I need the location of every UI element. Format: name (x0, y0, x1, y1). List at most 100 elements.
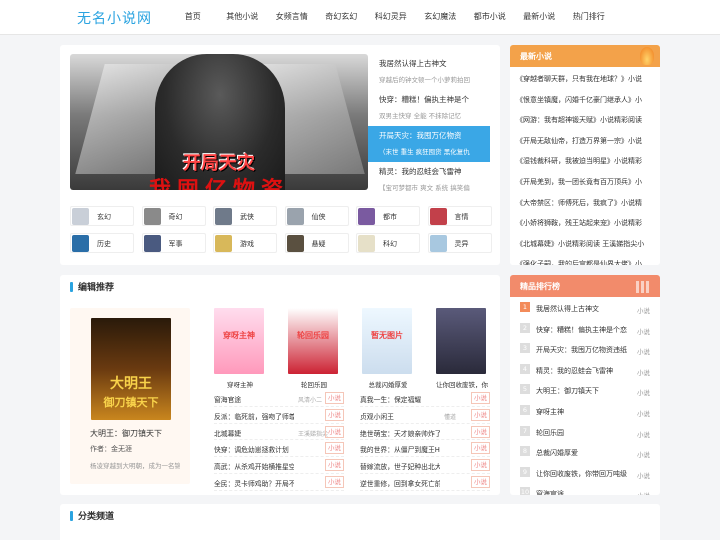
latest-item[interactable]: 《恨意坐镇魔，闪婚千亿豪门继承人》小 (510, 88, 660, 109)
book-cover[interactable]: 轮回乐园 (288, 308, 338, 374)
ranking-item[interactable]: 8 总裁闪婚厚爱 小说 (510, 441, 660, 462)
list-row[interactable]: 高武：从杀鸡开始横推星空 小说 (214, 457, 344, 474)
rank-title[interactable]: 开局天灾：我囤万亿物资违纸 (536, 346, 627, 354)
rank-title[interactable]: 大明王：御刀镇天下 (536, 387, 599, 395)
site-logo[interactable]: 无名小说网 (77, 8, 152, 28)
latest-item[interactable]: 《强化子嗣，我的后宫都是仙界大佬》小 (510, 252, 660, 265)
nav-item-5[interactable]: 玄幻魔法 (416, 11, 466, 22)
list-row[interactable]: 真我一生：保定福耀 小说 (360, 390, 490, 407)
list-title[interactable]: 绝世萌宝：天才娘亲帅炸了 (360, 428, 440, 438)
nav-item-3[interactable]: 奇幻玄幻 (317, 11, 367, 22)
list-title[interactable]: 窗海官途 (214, 394, 241, 404)
rank-title[interactable]: 穿呀主神 (536, 408, 564, 416)
hero-banner[interactable]: 开局天灾 我囤亿物资 (70, 54, 368, 190)
list-tag[interactable]: 小说 (325, 425, 344, 438)
category-5[interactable]: 言情 (427, 206, 492, 226)
list-row[interactable]: 逆世重修，回到拿女死亡前 小说 (360, 474, 490, 491)
nav-item-2[interactable]: 女频言情 (267, 11, 317, 22)
ranking-item[interactable]: 10 窗海官途 小说 (510, 482, 660, 495)
featured-cover[interactable]: 大明王 御刀镇天下 (91, 318, 171, 420)
nav-item-4[interactable]: 科幻灵异 (366, 11, 416, 22)
list-row[interactable]: 我的世界：从僵尸到魔王HIM 小说 (360, 440, 490, 458)
featured-book[interactable]: 大明王 御刀镇天下 大明王：御刀镇天下 作者：金无涯 杨凌穿越到大明朝，成为一名… (70, 308, 190, 484)
list-row[interactable]: 全民：灵卡师鸡助？开局不良 小说 (214, 474, 344, 491)
latest-item[interactable]: 《湿钱裁科研，我被迫当明星》小说精彩 (510, 149, 660, 170)
latest-item[interactable]: 《网游：我有超神锻天赋》小说精彩阅读 (510, 108, 660, 129)
ranking-item[interactable]: 6 穿呀主神 小说 (510, 400, 660, 421)
category-3[interactable]: 仙侠 (284, 206, 349, 226)
category-2[interactable]: 武侠 (213, 206, 277, 226)
book-cover[interactable]: 穿呀主神 (214, 308, 264, 374)
rank-title[interactable]: 窗海官途 (536, 490, 564, 495)
category-7[interactable]: 军事 (141, 233, 206, 253)
list-row[interactable]: 贞观小闲王 懂道 小说 (360, 407, 490, 424)
nav-item-0[interactable]: 首页 (168, 11, 218, 22)
rank-title[interactable]: 快穿：糟糕！偏执主神是个恋 (536, 326, 627, 334)
list-tag[interactable]: 小说 (471, 475, 490, 488)
category-10[interactable]: 科幻 (356, 233, 420, 253)
list-row[interactable]: 绝世萌宝：天才娘亲帅炸了 小说 (360, 424, 490, 441)
rank-title[interactable]: 我居然认得上古神文 (536, 305, 599, 313)
category-6[interactable]: 历史 (70, 233, 134, 253)
list-title[interactable]: 真我一生：保定福耀 (360, 394, 421, 404)
category-9[interactable]: 悬疑 (284, 233, 349, 253)
list-title[interactable]: 替嫁流放，世子妃种出北大仓 (360, 461, 440, 471)
list-row[interactable]: 窗海官途 风清小二 小说 (214, 390, 344, 407)
list-title[interactable]: 我的世界：从僵尸到魔王HIM (360, 444, 440, 454)
list-row[interactable]: 快穿：调危幼崽拯救计划 小说 (214, 440, 344, 458)
rank-title[interactable]: 轮回乐园 (536, 429, 564, 437)
ranking-item[interactable]: 7 轮回乐园 小说 (510, 421, 660, 442)
list-tag[interactable]: 小说 (471, 408, 490, 421)
ranking-item[interactable]: 3 开局天灾：我囤万亿物资违纸 小说 (510, 338, 660, 359)
ranking-item[interactable]: 4 精灵：我的忍蛙会飞雷神 小说 (510, 359, 660, 380)
list-row[interactable]: 反派：临死前，强吻了师尊 小说 (214, 407, 344, 424)
list-title[interactable]: 贞观小闲王 (360, 411, 394, 421)
nav-item-6[interactable]: 都市小说 (465, 11, 515, 22)
book-card[interactable]: 轮回乐园 轮回乐园 (288, 308, 340, 389)
list-row[interactable]: 替嫁流放，世子妃种出北大仓 小说 (360, 457, 490, 474)
list-title[interactable]: 全民：灵卡师鸡助？开局不良 (214, 478, 294, 488)
list-tag[interactable]: 小说 (325, 408, 344, 421)
book-cover[interactable]: 暂无图片 (362, 308, 412, 374)
nav-item-8[interactable]: 热门排行 (564, 11, 614, 22)
ranking-item[interactable]: 1 我居然认得上古神文 小说 (510, 297, 660, 318)
nav-item-1[interactable]: 其他小说 (218, 11, 268, 22)
list-tag[interactable]: 小说 (325, 392, 344, 404)
category-8[interactable]: 游戏 (213, 233, 277, 253)
list-title[interactable]: 反派：临死前，强吻了师尊 (214, 411, 294, 421)
category-0[interactable]: 玄幻 (70, 206, 134, 226)
book-card[interactable]: 穿呀主神 穿呀主神 (214, 308, 266, 389)
slide-item[interactable]: 快穿：糟糕！偏执主神是个 双男主快穿 全能 不抹除记忆 (368, 90, 490, 126)
list-title[interactable]: 逆世重修，回到拿女死亡前 (360, 478, 440, 488)
latest-item[interactable]: 《开局羌到，我一团长竟有百万顶兵》小 (510, 170, 660, 191)
list-tag[interactable]: 小说 (471, 392, 490, 404)
latest-item[interactable]: 《大帝禁区：师傅死后，我疯了》小说精 (510, 191, 660, 212)
rank-title[interactable]: 让你回收废铁，你带回万吨级 (536, 470, 627, 478)
list-title[interactable]: 快穿：调危幼崽拯救计划 (214, 444, 289, 454)
category-1[interactable]: 奇幻 (141, 206, 206, 226)
list-title[interactable]: 北城幕婕 (214, 428, 241, 438)
book-card[interactable]: 让你回收废铁，你 (436, 308, 488, 389)
latest-item[interactable]: 《北城幕婕》小说精彩阅读 王溪娣指尖小 (510, 232, 660, 253)
category-4[interactable]: 都市 (356, 206, 420, 226)
list-tag[interactable]: 小说 (471, 442, 490, 455)
rank-title[interactable]: 精灵：我的忍蛙会飞雷神 (536, 367, 613, 375)
book-cover[interactable] (436, 308, 486, 374)
book-card[interactable]: 暂无图片 总裁闪婚厚爱 (362, 308, 414, 389)
ranking-item[interactable]: 2 快穿：糟糕！偏执主神是个恋 小说 (510, 318, 660, 339)
latest-item[interactable]: 《穿越者聊天群，只有我在地球？》小说 (510, 67, 660, 88)
list-title[interactable]: 高武：从杀鸡开始横推星空 (214, 461, 294, 471)
list-tag[interactable]: 小说 (325, 442, 344, 455)
rank-title[interactable]: 总裁闪婚厚爱 (536, 449, 578, 457)
category-11[interactable]: 灵异 (427, 233, 492, 253)
latest-item[interactable]: 《小娇将狮鞍，残王站起来宠》小说精彩 (510, 211, 660, 232)
list-tag[interactable]: 小说 (325, 475, 344, 488)
latest-item[interactable]: 《开局无敌仙帝，打造万界第一宗》小说 (510, 129, 660, 150)
list-tag[interactable]: 小说 (471, 425, 490, 438)
nav-item-7[interactable]: 最新小说 (515, 11, 565, 22)
list-tag[interactable]: 小说 (471, 459, 490, 472)
slide-item[interactable]: 开局天灾：我囤万亿物资 （末世 重生 疯狂囤货 黑化复仇 (368, 126, 490, 162)
list-tag[interactable]: 小说 (325, 459, 344, 472)
slide-item[interactable]: 我居然认得上古神文 穿越后的钟文顿一个小萝莉拍回 (368, 54, 490, 90)
ranking-item[interactable]: 9 让你回收废铁，你带回万吨级 小说 (510, 462, 660, 483)
